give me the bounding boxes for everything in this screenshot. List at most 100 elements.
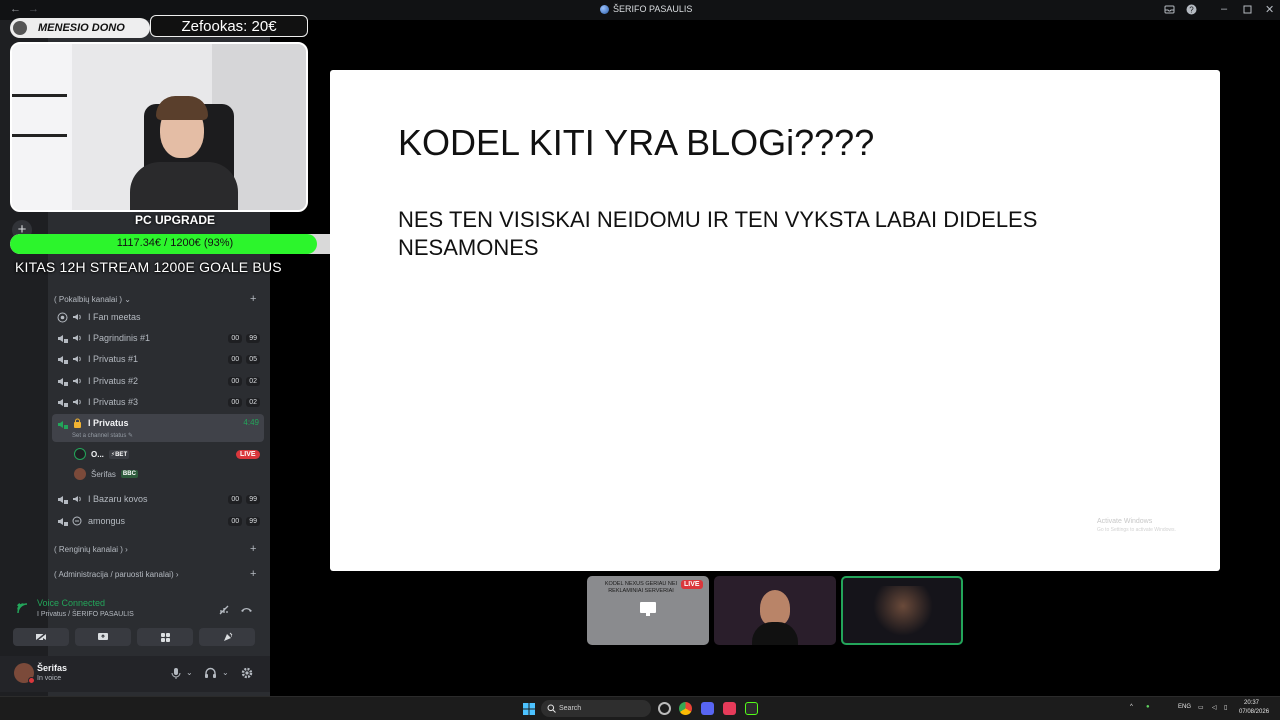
category-pokalbiu[interactable]: ( Pokalbių kanalai ) ⌄ (54, 295, 131, 304)
chevron-down-icon[interactable]: ⌄ (222, 668, 229, 677)
clock-time[interactable]: 20:37 (1244, 700, 1259, 706)
avatar (74, 468, 86, 480)
window-title: ŠERIFO PASAULIS (600, 4, 692, 14)
channel-pagrindinis[interactable]: I Pagrindinis #1 00 99 (52, 328, 264, 348)
voice-user-name: Šerifas (91, 469, 116, 479)
voice-status: Voice Connected (37, 598, 106, 608)
channel-name: I Fan meetas (88, 312, 141, 322)
discord-icon[interactable] (701, 702, 714, 715)
camera-toggle-button[interactable] (13, 628, 69, 646)
user-status: In voice (37, 675, 62, 682)
user-count-badge: 00 (228, 376, 243, 386)
app-icon[interactable] (658, 702, 671, 715)
channel-fan-meetas[interactable]: I Fan meetas (52, 307, 264, 327)
stage-icon (56, 311, 68, 323)
speaker-lock-icon (56, 332, 68, 344)
add-channel-icon[interactable]: + (250, 543, 256, 555)
door-background (12, 44, 72, 210)
clock-date[interactable]: 07/08/2026 (1239, 709, 1269, 715)
voice-channel-path[interactable]: I Privatus / ŠERIFO PASAULIS (37, 611, 134, 618)
chrome-icon[interactable] (679, 702, 692, 715)
signal-icon[interactable] (16, 602, 29, 615)
channel-name: I Bazaru kovos (88, 494, 148, 504)
channel-privatus-3[interactable]: I Privatus #3 00 02 (52, 392, 264, 412)
add-channel-icon[interactable]: + (250, 293, 256, 305)
close-button[interactable]: ✕ (1265, 3, 1274, 16)
maximize-button[interactable] (1243, 5, 1252, 14)
activation-watermark: Activate Windows (1097, 518, 1153, 525)
network-icon[interactable]: ▭ (1198, 704, 1204, 711)
screen-share-icon (98, 633, 108, 640)
channel-privatus-1[interactable]: I Privatus #1 00 05 (52, 349, 264, 369)
user-count-badge: 00 (228, 354, 243, 364)
tile-caption: KODEL NEXUS GERIAU NEI REKLAMINIAI SERVE… (604, 581, 678, 594)
user-limit-badge: 99 (246, 494, 260, 504)
disconnect-icon[interactable] (240, 604, 253, 616)
back-button[interactable]: ← (10, 3, 21, 15)
user-count-badge: 00 (228, 333, 243, 343)
channel-bazaru-kovos[interactable]: I Bazaru kovos 00 99 (52, 489, 264, 509)
webcam-overlay (10, 42, 308, 212)
minimize-button[interactable]: – (1221, 3, 1227, 15)
mic-tray-icon[interactable]: ● (1146, 704, 1150, 710)
user-shirt (752, 622, 798, 645)
volume-icon[interactable]: ◁ (1212, 704, 1217, 711)
goal-caption: KITAS 12H STREAM 1200E GOALE BUS (15, 259, 282, 275)
soundboard-button[interactable] (199, 628, 255, 646)
battery-icon[interactable]: ▯ (1224, 704, 1227, 711)
speaker-icon (72, 397, 82, 407)
screen-share-button[interactable] (75, 628, 131, 646)
user-limit-badge: 99 (246, 333, 260, 343)
headphones-icon[interactable] (204, 667, 217, 679)
camera-off-icon (35, 632, 47, 642)
speaker-lock-icon (56, 396, 68, 408)
help-icon[interactable]: ? (1186, 4, 1197, 15)
microphone-icon[interactable] (171, 667, 181, 680)
channel-privatus-2[interactable]: I Privatus #2 00 02 (52, 371, 264, 391)
speaker-icon (72, 376, 82, 386)
windows-start-icon[interactable] (523, 703, 535, 715)
language-indicator[interactable]: ENG (1178, 704, 1191, 710)
channel-name: amongus (88, 516, 126, 526)
inbox-icon[interactable] (1164, 4, 1175, 15)
channel-name: I Privatus (88, 418, 129, 428)
channel-amongus[interactable]: amongus 00 99 (52, 511, 264, 531)
tray-chevron-icon[interactable]: ^ (1130, 704, 1133, 710)
taskbar-search[interactable]: Search (541, 700, 651, 717)
stream-tile-speaking[interactable] (841, 576, 963, 645)
kick-icon[interactable] (745, 702, 758, 715)
user-name[interactable]: Šerifas (37, 663, 67, 673)
activities-icon (160, 632, 170, 642)
gear-icon[interactable] (241, 667, 253, 679)
add-channel-icon[interactable]: + (250, 568, 256, 580)
stream-tile-user[interactable] (714, 576, 836, 645)
speaker-lock-icon (56, 515, 68, 527)
donor-avatar (13, 21, 27, 35)
chevron-down-icon[interactable]: ⌄ (186, 668, 193, 677)
taskbar: Search ^ ● ENG ▭ ◁ ▯ 20:37 07/08/2026 (0, 696, 1280, 720)
speaker-lock-icon (56, 375, 68, 387)
activities-button[interactable] (137, 628, 193, 646)
user-panel: Šerifas In voice ⌄ ⌄ (0, 656, 270, 692)
user-count-badge: 00 (228, 516, 243, 526)
tiktok-icon[interactable] (723, 702, 736, 715)
channel-timer: 4:49 (243, 418, 259, 427)
channel-status-hint[interactable]: Set a channel status ✎ (72, 432, 133, 439)
streamer-hair (156, 96, 208, 120)
forward-button[interactable]: → (28, 3, 39, 15)
noise-suppression-icon[interactable] (218, 604, 230, 616)
presentation-slide[interactable]: KODEL KITI YRA BLOGi???? NES TEN VISISKA… (330, 70, 1220, 571)
user-limit-badge: 99 (246, 516, 260, 526)
category-renginiu[interactable]: ( Renginių kanalai ) › (54, 545, 128, 554)
voice-user-o[interactable]: O... ⚡BET (74, 445, 130, 463)
window-title-text: ŠERIFO PASAULIS (613, 4, 693, 14)
voice-user-serifas[interactable]: Šerifas BBC (74, 465, 138, 483)
speaker-lock-icon (56, 353, 68, 365)
goal-progress-text: 1117.34€ / 1200€ (93%) (116, 237, 234, 249)
category-administracija[interactable]: ( Administracija / paruosti kanalai) › (54, 570, 179, 579)
slide-title: KODEL KITI YRA BLOGi???? (398, 122, 875, 163)
search-label: Search (559, 705, 582, 712)
slide-body: NES TEN VISISKAI NEIDOMU IR TEN VYKSTA L… (398, 207, 1038, 260)
monthly-donor-amount: Zefookas: 20€ (150, 15, 308, 37)
stream-tile-screen[interactable]: KODEL NEXUS GERIAU NEI REKLAMINIAI SERVE… (587, 576, 709, 645)
